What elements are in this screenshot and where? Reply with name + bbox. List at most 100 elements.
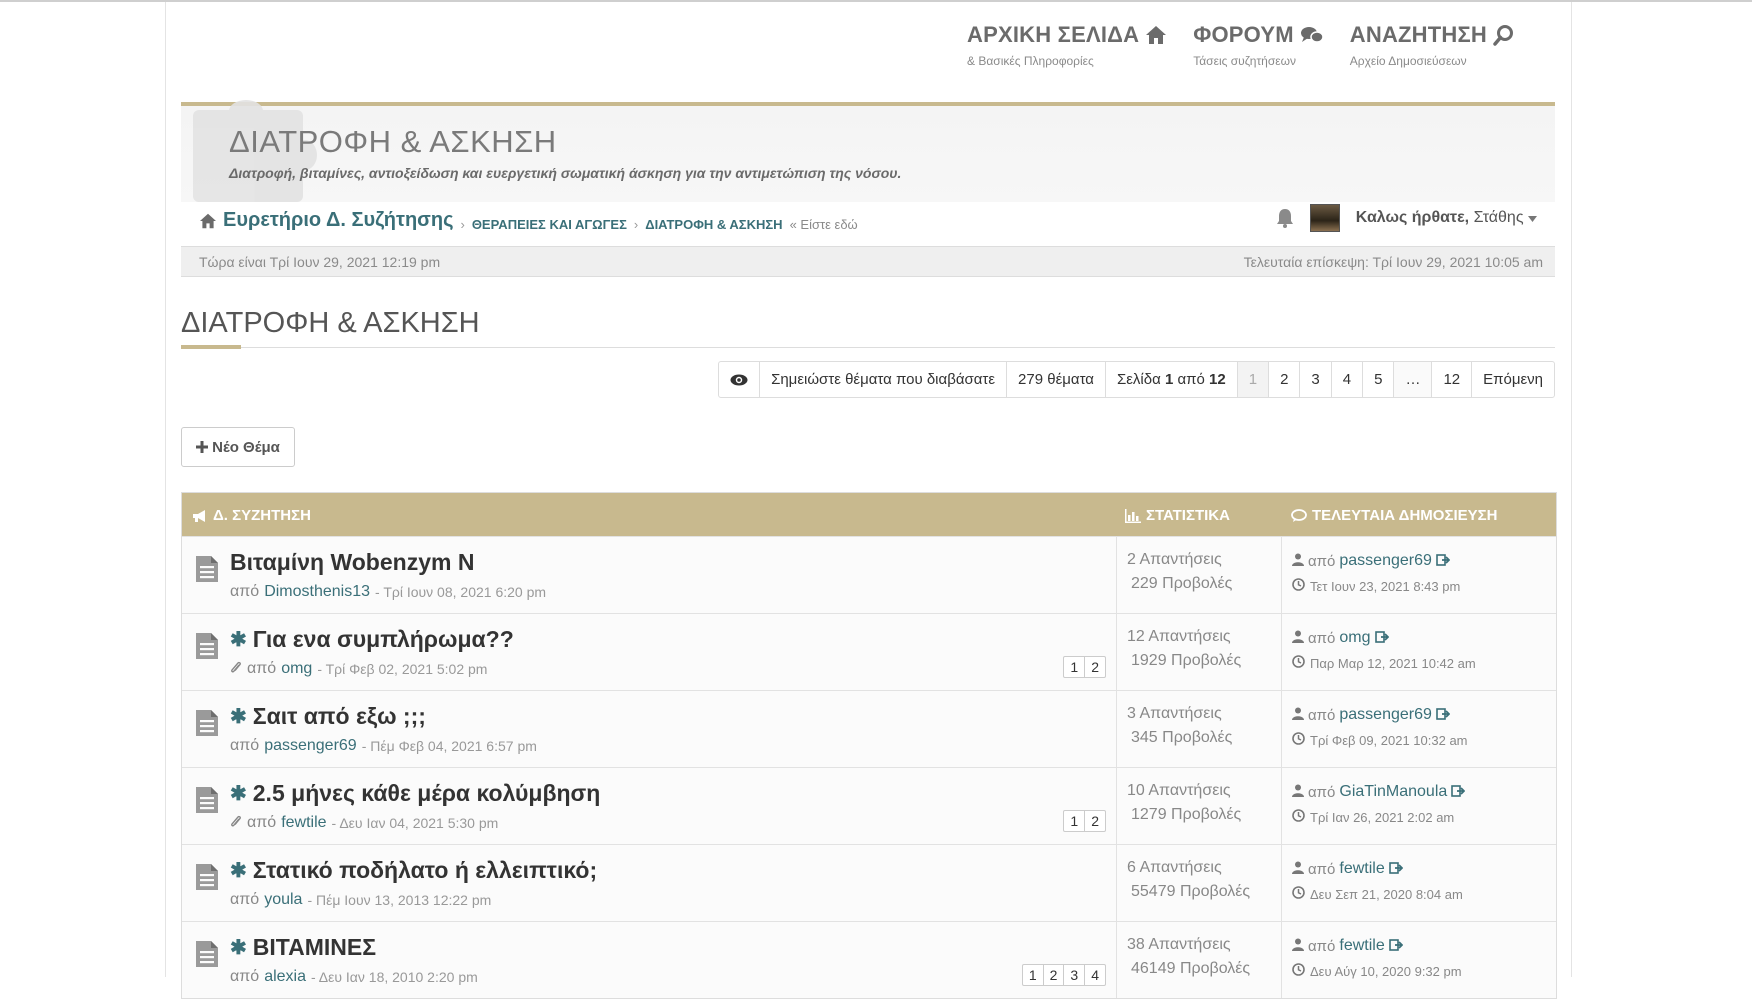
nav-search-label[interactable]: ΑΝΑΖΗΤΗΣΗ <box>1350 22 1487 48</box>
page-link-2[interactable]: 2 <box>1268 362 1299 397</box>
page-link-5[interactable]: 5 <box>1362 362 1393 397</box>
asterisk-icon: ✱ <box>230 706 247 728</box>
user-icon <box>1292 938 1304 955</box>
nav-forum[interactable]: ΦΟΡΟΥΜ Τάσεις συζητήσεων <box>1193 22 1324 68</box>
topic-title[interactable]: 2.5 μήνες κάθε μέρα κολύμβηση <box>253 780 601 807</box>
last-post-author-line: από passenger69 <box>1292 552 1451 570</box>
topic-pagination: 1234 <box>1021 964 1106 986</box>
topic-meta: από alexia - Δευ Ιαν 18, 2010 2:20 pm <box>230 968 478 986</box>
last-post-user[interactable]: omg <box>1339 629 1370 647</box>
topic-title[interactable]: ΒΙΤΑΜΙΝΕΣ <box>253 934 376 961</box>
last-post-author-line: από fewtile <box>1292 860 1404 878</box>
table-row: ✱ Στατικό ποδήλατο ή ελλειπτικό; από you… <box>182 844 1556 921</box>
new-topic-label: Νέο Θέμα <box>212 438 280 456</box>
page-prefix: Σελίδα <box>1116 371 1161 388</box>
page-link-12[interactable]: 12 <box>1431 362 1471 397</box>
topic-meta: από Dimosthenis13 - Τρί Ιουν 08, 2021 6:… <box>230 583 546 601</box>
goto-post-icon[interactable] <box>1374 630 1389 647</box>
topic-date: - Πέμ Φεβ 04, 2021 6:57 pm <box>361 738 537 754</box>
table-row: ✱ Για ενα συμπλήρωμα?? από omg - Τρί Φεβ… <box>182 613 1556 690</box>
goto-post-icon[interactable] <box>1388 861 1404 878</box>
view-count: 1929 Προβολές <box>1131 652 1242 669</box>
header-last-post-label: ΤΕΛΕΥΤΑΙΑ ΔΗΜΟΣΙΕΥΣΗ <box>1312 507 1498 524</box>
pagination-bar: Σημειώστε θέματα που διαβάσατε 279 θέματ… <box>718 361 1555 398</box>
breadcrumb-home-label[interactable]: Ευρετήριο Δ. Συζήτησης <box>223 209 453 232</box>
new-topic-button[interactable]: Νέο Θέμα <box>181 427 295 467</box>
last-post-date-line: Δευ Σεπ 21, 2020 8:04 am <box>1292 886 1463 902</box>
topic-by: από <box>230 968 260 985</box>
page-link-4[interactable]: 4 <box>1330 362 1362 397</box>
goto-post-icon[interactable] <box>1436 707 1451 724</box>
clock-icon <box>1292 732 1305 748</box>
page-link-1[interactable]: 1 <box>1236 362 1269 397</box>
last-post-by: από <box>1308 860 1336 878</box>
topic-author[interactable]: passenger69 <box>264 737 357 755</box>
last-post-user[interactable]: GiaTinManoula <box>1339 783 1447 801</box>
topic-document-icon <box>194 785 220 820</box>
topic-author[interactable]: omg <box>281 660 312 678</box>
topic-title[interactable]: Για ενα συμπλήρωμα?? <box>253 626 514 653</box>
nav-home-label[interactable]: ΑΡΧΙΚΗ ΣΕΛΙΔΑ <box>967 22 1139 48</box>
asterisk-icon: ✱ <box>230 860 247 882</box>
last-post-date-line: Τρί Φεβ 09, 2021 10:32 am <box>1292 732 1468 748</box>
last-post-cell: από omg Παρ Μαρ 12, 2021 10:42 am <box>1281 614 1557 690</box>
last-post-user[interactable]: passenger69 <box>1339 706 1432 724</box>
topic-title[interactable]: Στατικό ποδήλατο ή ελλειπτικό; <box>253 857 597 884</box>
user-name[interactable]: Στάθης <box>1474 209 1524 226</box>
topic-date: - Πέμ Ιουν 13, 2013 12:22 pm <box>307 892 492 908</box>
last-post-cell: από passenger69 Τετ Ιουν 23, 2021 8:43 p… <box>1281 537 1557 613</box>
header-topics: Δ. ΣΥΖΗΤΗΣΗ <box>192 507 311 524</box>
last-post-user[interactable]: fewtile <box>1339 937 1384 955</box>
nav-search[interactable]: ΑΝΑΖΗΤΗΣΗ Αρχείο Δημοσιεύσεων <box>1350 22 1515 68</box>
bell-icon[interactable] <box>1276 208 1294 228</box>
breadcrumb-home[interactable]: Ευρετήριο Δ. Συζήτησης <box>199 209 453 232</box>
topic-cell: ✱ 2.5 μήνες κάθε μέρα κολύμβηση από fewt… <box>182 768 1116 844</box>
topic-page-link[interactable]: 1 <box>1064 811 1084 831</box>
forum-title[interactable]: ΔΙΑΤΡΟΦΗ & ΑΣΚΗΣΗ <box>181 307 480 340</box>
topic-page-link[interactable]: 3 <box>1063 965 1084 985</box>
goto-post-icon[interactable] <box>1436 553 1451 570</box>
topic-page-link[interactable]: 2 <box>1042 965 1064 985</box>
last-post-date: Παρ Μαρ 12, 2021 10:42 am <box>1310 655 1476 671</box>
topic-page-link[interactable]: 2 <box>1084 657 1105 677</box>
topic-cell: ✱ ΒΙΤΑΜΙΝΕΣ από alexia - Δευ Ιαν 18, 201… <box>182 922 1116 998</box>
header-stats-label: ΣΤΑΤΙΣΤΙΚΑ <box>1146 507 1230 524</box>
topic-author[interactable]: fewtile <box>281 814 326 832</box>
breadcrumb-here: « Είστε εδώ <box>789 216 858 232</box>
topic-meta: από fewtile - Δευ Ιαν 04, 2021 5:30 pm <box>230 814 498 832</box>
topic-page-link[interactable]: 1 <box>1064 657 1084 677</box>
topic-author[interactable]: youla <box>264 891 302 909</box>
topic-title[interactable]: Βιταμίνη Wobenzym N <box>230 549 474 576</box>
avatar[interactable] <box>1309 204 1340 232</box>
goto-post-icon[interactable] <box>1451 784 1466 801</box>
topic-author[interactable]: alexia <box>264 968 306 986</box>
nav-forum-label[interactable]: ΦΟΡΟΥΜ <box>1193 22 1294 48</box>
title-divider <box>181 347 1555 348</box>
topic-title[interactable]: Σαιτ από εξω ;;; <box>253 703 426 730</box>
mark-read-button[interactable]: Σημειώστε θέματα που διαβάσατε <box>759 362 1006 397</box>
last-post-user[interactable]: passenger69 <box>1339 552 1432 570</box>
breadcrumb-item-nutrition[interactable]: ΔΙΑΤΡΟΦΗ & ΑΣΚΗΣΗ <box>645 217 782 232</box>
nav-forum-sub: Τάσεις συζητήσεων <box>1193 54 1296 68</box>
topic-document-icon <box>194 631 220 666</box>
topic-cell: ✱ Σαιτ από εξω ;;; από passenger69 - Πέμ… <box>182 691 1116 767</box>
clock-icon <box>1292 809 1305 825</box>
watch-button[interactable] <box>719 362 759 397</box>
user-icon <box>1292 861 1304 878</box>
page-link-3[interactable]: 3 <box>1299 362 1330 397</box>
topic-page-link[interactable]: 1 <box>1023 965 1043 985</box>
next-page-button[interactable]: Επόμενη <box>1471 362 1554 397</box>
nav-home[interactable]: ΑΡΧΙΚΗ ΣΕΛΙΔΑ & Βασικές Πληροφορίες <box>967 22 1167 68</box>
user-icon <box>1292 784 1304 801</box>
last-post-author-line: από fewtile <box>1292 937 1404 955</box>
topic-author[interactable]: Dimosthenis13 <box>264 583 370 601</box>
goto-post-icon[interactable] <box>1388 938 1404 955</box>
breadcrumb-item-therapies[interactable]: ΘΕΡΑΠΕΙΕΣ ΚΑΙ ΑΓΩΓΕΣ <box>472 217 627 232</box>
user-menu[interactable]: Καλως ήρθατε, Στάθης <box>1356 209 1537 227</box>
topic-page-link[interactable]: 4 <box>1084 965 1105 985</box>
topic-document-icon <box>194 862 220 897</box>
topic-page-link[interactable]: 2 <box>1084 811 1105 831</box>
topic-document-icon <box>194 708 220 743</box>
last-post-user[interactable]: fewtile <box>1339 860 1384 878</box>
page-ellipsis[interactable]: … <box>1393 362 1432 397</box>
